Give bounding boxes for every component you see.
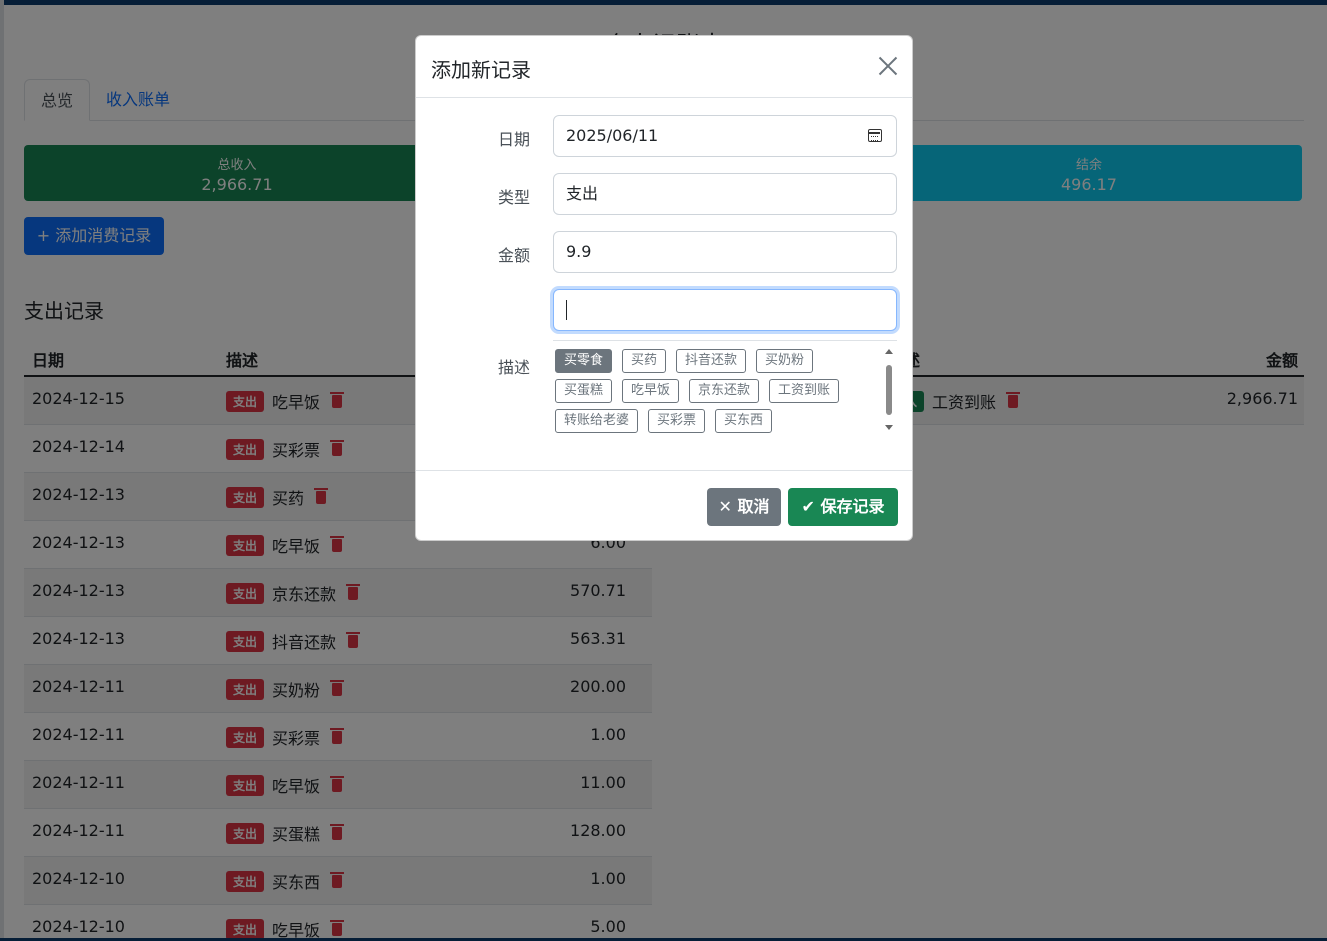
description-tag[interactable]: 抖音还款	[676, 349, 747, 373]
date-value: 2025/06/11	[566, 126, 659, 145]
text-caret	[566, 300, 567, 320]
amount-input[interactable]: 9.9	[553, 231, 897, 273]
modal-title: 添加新记录	[431, 58, 531, 82]
save-record-button[interactable]: ✔ 保存记录	[788, 488, 898, 526]
date-field[interactable]: 2025/06/11	[553, 115, 897, 157]
description-tags: 买零食 买药 抖音还款 买奶粉买蛋糕 吃早饭 京东还款 工资到账转账给老婆 买彩票 买东西	[553, 340, 897, 433]
modal-footer: ✕ 取消 ✔ 保存记录	[416, 470, 912, 540]
scroll-down-arrow-icon[interactable]	[885, 425, 893, 430]
description-tag[interactable]: 买药	[622, 349, 667, 373]
description-input[interactable]	[553, 289, 897, 331]
description-tag[interactable]: 买奶粉	[756, 349, 814, 373]
description-tag[interactable]: 转账给老婆	[555, 409, 639, 433]
close-icon[interactable]	[878, 56, 898, 76]
scroll-up-arrow-icon[interactable]	[885, 349, 893, 354]
description-tag[interactable]: 吃早饭	[622, 379, 680, 403]
amount-label: 金额	[498, 246, 531, 265]
modal-header: 添加新记录	[416, 36, 912, 98]
description-label: 描述	[498, 358, 531, 377]
description-tag[interactable]: 买东西	[715, 409, 773, 433]
description-tag[interactable]: 买蛋糕	[555, 379, 613, 403]
description-tag[interactable]: 买零食	[555, 349, 613, 373]
scroll-thumb[interactable]	[886, 365, 892, 415]
calendar-icon[interactable]	[868, 129, 882, 142]
add-record-modal: 添加新记录 日期 2025/06/11 类型 支出 金额 9.9 描述 买零食买…	[415, 35, 913, 541]
type-select[interactable]: 支出	[553, 173, 897, 215]
description-tag[interactable]: 京东还款	[689, 379, 760, 403]
date-label: 日期	[498, 130, 531, 149]
cancel-button[interactable]: ✕ 取消	[707, 488, 781, 526]
description-tag[interactable]: 买彩票	[648, 409, 706, 433]
description-tag[interactable]: 工资到账	[769, 379, 840, 403]
type-label: 类型	[498, 188, 531, 207]
tags-scrollbar[interactable]	[883, 349, 895, 430]
